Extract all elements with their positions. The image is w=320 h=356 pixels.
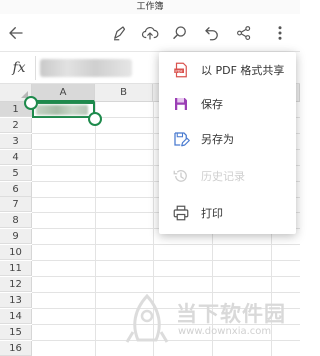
menu-item-print[interactable]: 打印 bbox=[159, 195, 296, 231]
back-arrow-icon[interactable] bbox=[4, 21, 28, 45]
toolbar bbox=[0, 14, 300, 52]
selection-start-handle[interactable] bbox=[24, 96, 38, 110]
column-gridline bbox=[95, 102, 96, 356]
menu-item-label: 打印 bbox=[201, 207, 223, 220]
pen-icon[interactable] bbox=[108, 21, 132, 45]
menu-item-history: 历史记录 bbox=[159, 158, 296, 194]
row-header-6[interactable]: 6 bbox=[0, 182, 32, 197]
undo-icon[interactable] bbox=[200, 21, 224, 45]
watermark-logo-icon bbox=[125, 294, 169, 343]
row-header-9[interactable]: 9 bbox=[0, 229, 32, 244]
row-header-14[interactable]: 14 bbox=[0, 309, 32, 324]
row-header-15[interactable]: 15 bbox=[0, 325, 32, 340]
menu-item-label: 历史记录 bbox=[201, 170, 245, 183]
row-gridline bbox=[32, 276, 300, 277]
row-gridline bbox=[32, 244, 300, 245]
pdf-icon: PDF bbox=[171, 60, 191, 80]
row-header-4[interactable]: 4 bbox=[0, 150, 32, 165]
menu-item-save-as[interactable]: 另存为 bbox=[159, 121, 296, 157]
formula-divider bbox=[35, 56, 36, 80]
search-icon[interactable] bbox=[168, 21, 192, 45]
menu-item-label: 以 PDF 格式共享 bbox=[201, 64, 285, 77]
fx-label[interactable]: fx bbox=[6, 58, 32, 78]
selection-end-handle[interactable] bbox=[88, 112, 102, 126]
print-icon bbox=[171, 203, 191, 223]
row-header-16[interactable]: 16 bbox=[0, 341, 32, 356]
column-header-a[interactable]: A bbox=[32, 84, 95, 102]
menu-item-label: 保存 bbox=[201, 98, 223, 111]
menu-item-label: 另存为 bbox=[201, 133, 234, 146]
row-header-3[interactable]: 3 bbox=[0, 134, 32, 149]
row-gridline bbox=[32, 260, 300, 261]
save-as-icon bbox=[171, 129, 191, 149]
svg-text:PDF: PDF bbox=[175, 69, 182, 73]
row-header-11[interactable]: 11 bbox=[0, 261, 32, 276]
row-header-2[interactable]: 2 bbox=[0, 118, 32, 133]
window-title: 工作簿 bbox=[0, 0, 300, 14]
share-icon[interactable] bbox=[232, 21, 256, 45]
overflow-menu: PDF 以 PDF 格式共享 保存 另存为 历史记录 打印 bbox=[159, 52, 296, 234]
history-icon bbox=[171, 166, 191, 186]
column-header-b[interactable]: B bbox=[95, 84, 153, 102]
formula-input[interactable] bbox=[40, 59, 132, 77]
watermark: 当下软件园 www.downxia.com bbox=[124, 292, 294, 348]
watermark-name: 当下软件园 bbox=[176, 302, 286, 326]
more-vertical-icon[interactable] bbox=[268, 21, 292, 45]
row-header-5[interactable]: 5 bbox=[0, 166, 32, 181]
cloud-upload-icon[interactable] bbox=[138, 21, 162, 45]
save-icon bbox=[171, 94, 191, 114]
row-header-10[interactable]: 10 bbox=[0, 245, 32, 260]
row-header-13[interactable]: 13 bbox=[0, 293, 32, 308]
watermark-url: www.downxia.com bbox=[178, 326, 272, 337]
row-header-7[interactable]: 7 bbox=[0, 197, 32, 212]
row-header-8[interactable]: 8 bbox=[0, 213, 32, 228]
menu-item-save[interactable]: 保存 bbox=[159, 86, 296, 122]
row-header-12[interactable]: 12 bbox=[0, 277, 32, 292]
cell-a1-value bbox=[36, 105, 88, 115]
menu-item-share-pdf[interactable]: PDF 以 PDF 格式共享 bbox=[159, 52, 296, 88]
